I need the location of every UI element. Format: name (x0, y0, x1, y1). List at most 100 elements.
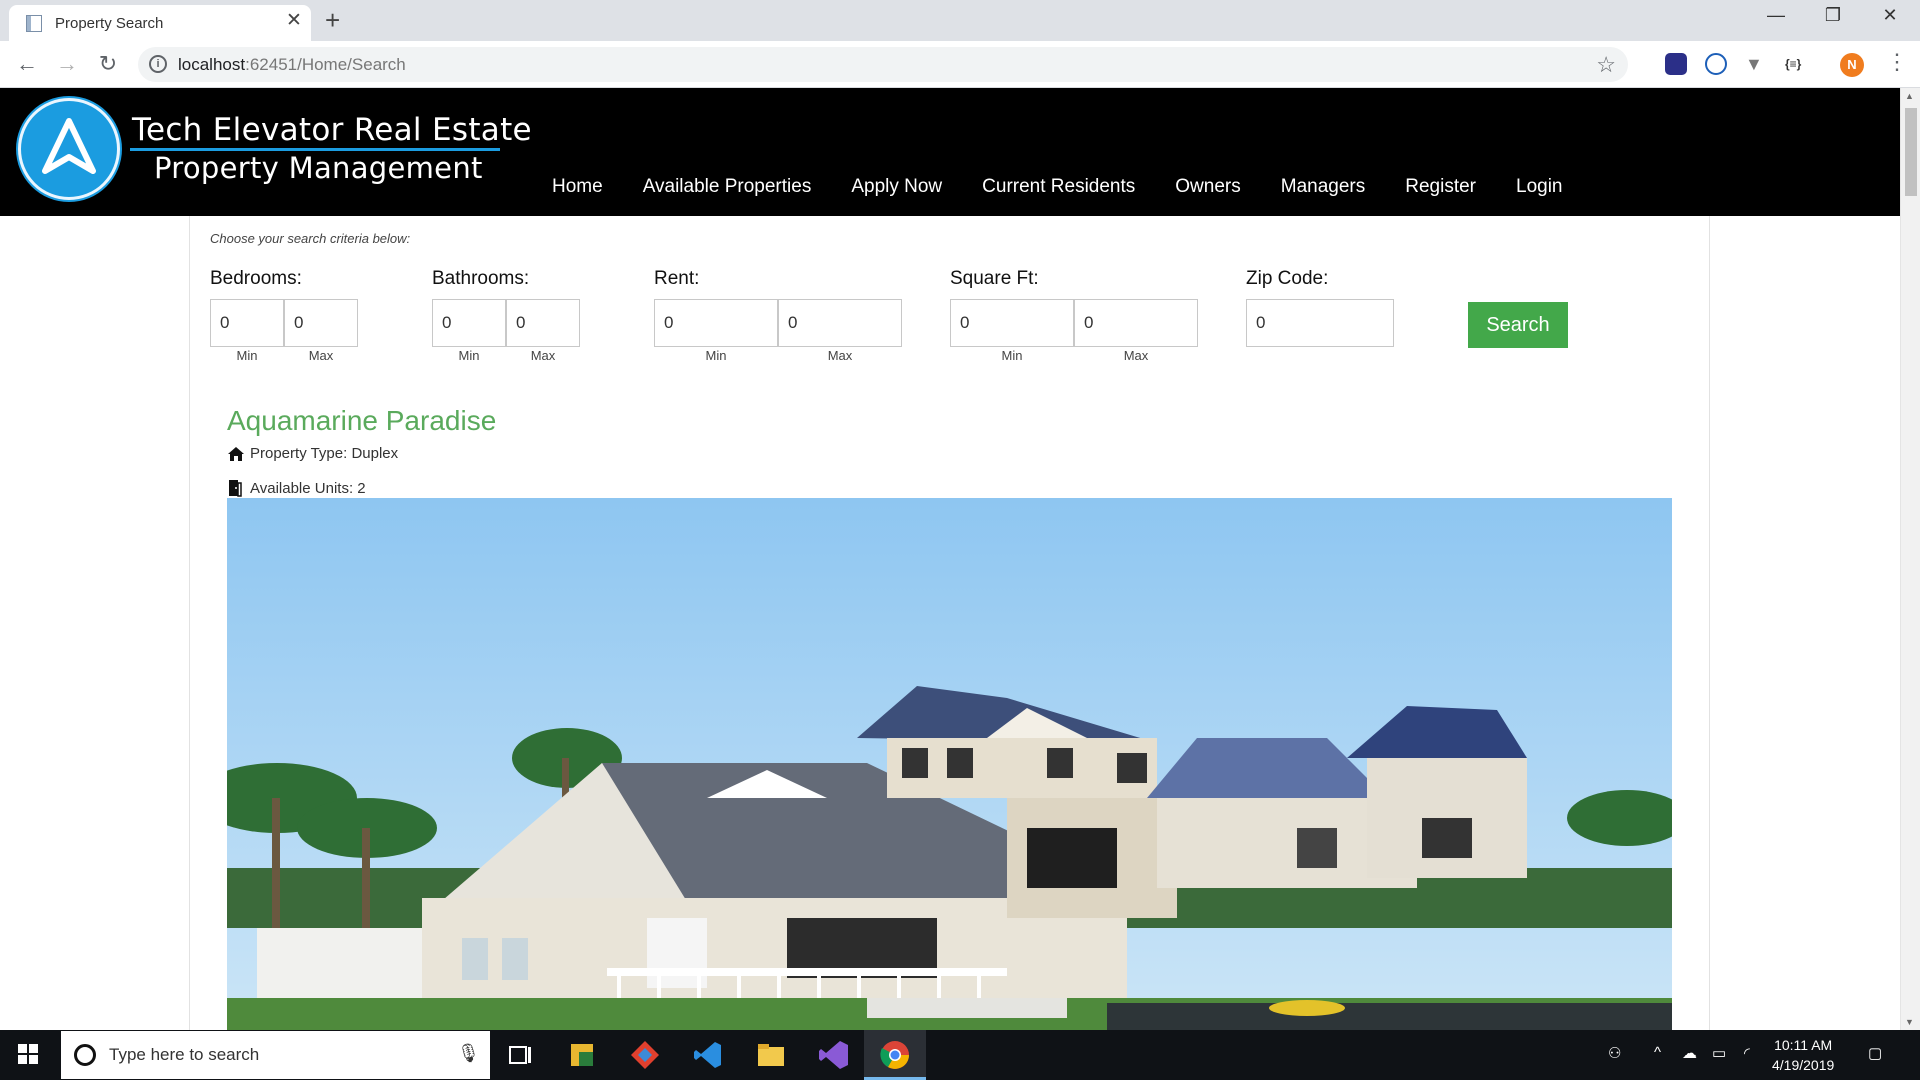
logo-icon[interactable] (18, 98, 120, 200)
taskbar-search-box[interactable]: Type here to search 🎙 (61, 1031, 490, 1079)
property-title[interactable]: Aquamarine Paradise (227, 405, 496, 437)
door-icon (229, 480, 242, 497)
windows-taskbar: Type here to search 🎙 ⚇ ^ ☁ ▭ ◜ 10:11 AM… (0, 1030, 1920, 1080)
address-bar[interactable]: i localhost:62451/Home/Search ☆ (138, 47, 1628, 82)
square-ft-min-input[interactable] (950, 299, 1074, 347)
browser-tab[interactable]: Property Search ✕ (9, 5, 311, 41)
brand-subtitle: Property Management (154, 151, 483, 185)
browser-menu-icon[interactable]: ⋮ (1886, 49, 1908, 75)
url-text[interactable]: localhost:62451/Home/Search (178, 55, 406, 75)
minimize-window-button[interactable]: — (1756, 5, 1796, 26)
play-extension-icon[interactable] (1705, 53, 1727, 75)
vue-extension-icon[interactable]: ▼ (1745, 53, 1767, 75)
page-viewport: Tech Elevator Real Estate Property Manag… (0, 88, 1900, 1030)
square-ft-label: Square Ft: (950, 268, 1039, 289)
wifi-icon[interactable]: ◜ (1744, 1044, 1750, 1062)
back-arrow-icon[interactable]: ← (12, 49, 42, 79)
microphone-icon[interactable]: 🎙 (457, 1043, 480, 1064)
git-app-icon[interactable] (628, 1038, 662, 1072)
bathrooms-label: Bathrooms: (432, 268, 530, 289)
site-info-icon[interactable]: i (149, 55, 167, 73)
bathrooms-max-caption: Max (530, 348, 556, 363)
zip-code-input[interactable] (1246, 299, 1394, 347)
bathrooms-max-input[interactable] (506, 299, 580, 347)
reload-icon[interactable]: ↻ (93, 49, 123, 79)
scroll-down-arrow-icon[interactable]: ▼ (1905, 1017, 1914, 1027)
bedrooms-max-caption: Max (308, 348, 334, 363)
notifications-icon[interactable]: ▢ (1868, 1044, 1882, 1062)
nav-login[interactable]: Login (1516, 176, 1563, 198)
restore-window-button[interactable]: ❐ (1813, 5, 1853, 26)
profile-avatar[interactable]: N (1840, 53, 1864, 77)
bathrooms-filter: Bathrooms: Min Max (432, 268, 580, 363)
nav-available-properties[interactable]: Available Properties (643, 176, 812, 198)
property-type-text: Property Type: Duplex (250, 445, 399, 462)
chrome-icon[interactable] (878, 1038, 912, 1072)
json-extension-icon[interactable]: {≡} (1785, 53, 1807, 75)
nav-apply-now[interactable]: Apply Now (851, 176, 942, 198)
available-units-text: Available Units: 2 (250, 479, 366, 497)
brand-title: Tech Elevator Real Estate (132, 112, 532, 148)
square-ft-filter: Square Ft: Min Max (950, 268, 1198, 363)
people-icon[interactable]: ⚇ (1608, 1044, 1621, 1062)
extension-icon[interactable] (1665, 53, 1687, 75)
scroll-up-arrow-icon[interactable]: ▲ (1905, 91, 1914, 101)
battery-icon[interactable]: ▭ (1712, 1044, 1726, 1062)
available-units: Available Units: 2 (227, 479, 366, 497)
show-hidden-icons-icon[interactable]: ^ (1654, 1044, 1661, 1061)
property-photo[interactable] (227, 498, 1672, 1030)
scrollbar-thumb[interactable] (1905, 108, 1917, 196)
bathrooms-min-input[interactable] (432, 299, 506, 347)
main-content: Choose your search criteria below: Bedro… (189, 216, 1710, 1030)
browser-toolbar: ← → ↻ i localhost:62451/Home/Search ☆ ▼ … (0, 41, 1920, 88)
rent-label: Rent: (654, 268, 700, 289)
browser-tabstrip: Property Search ✕ + — ❐ ✕ (0, 0, 1920, 41)
rent-filter: Rent: Min Max (654, 268, 902, 363)
rent-min-caption: Min (705, 348, 727, 363)
nav-owners[interactable]: Owners (1175, 176, 1240, 198)
nav-managers[interactable]: Managers (1281, 176, 1366, 198)
bedrooms-label: Bedrooms: (210, 268, 302, 289)
windows-start-icon[interactable] (18, 1044, 38, 1064)
square-ft-max-caption: Max (1123, 348, 1149, 363)
bedrooms-filter: Bedrooms: Min Max (210, 268, 358, 363)
file-explorer-icon[interactable] (754, 1038, 788, 1072)
vscode-icon[interactable] (691, 1038, 725, 1072)
rent-max-input[interactable] (778, 299, 902, 347)
page-scrollbar[interactable]: ▲ ▼ (1900, 88, 1920, 1030)
property-type: Property Type: Duplex (227, 445, 398, 462)
task-view-icon[interactable] (502, 1038, 536, 1072)
square-ft-max-input[interactable] (1074, 299, 1198, 347)
home-icon (228, 446, 244, 461)
clock-date: 4/19/2019 (1772, 1057, 1835, 1073)
zip-code-label: Zip Code: (1246, 268, 1329, 289)
tools-app-icon[interactable] (565, 1038, 599, 1072)
bookmark-star-icon[interactable]: ☆ (1596, 52, 1616, 78)
clock-time: 10:11 AM (1774, 1037, 1833, 1053)
nav-home[interactable]: Home (552, 176, 603, 198)
search-button[interactable]: Search (1468, 302, 1568, 348)
forward-arrow-icon[interactable]: → (52, 49, 82, 79)
taskbar-search-placeholder: Type here to search (109, 1045, 260, 1064)
bedrooms-max-input[interactable] (284, 299, 358, 347)
visual-studio-icon[interactable] (817, 1038, 851, 1072)
new-tab-button[interactable]: + (325, 6, 340, 34)
tab-close-icon[interactable]: ✕ (286, 11, 302, 31)
nav-current-residents[interactable]: Current Residents (982, 176, 1135, 198)
onedrive-cloud-icon[interactable]: ☁ (1682, 1044, 1697, 1062)
cortana-icon (74, 1044, 96, 1066)
page-favicon-icon (26, 15, 42, 32)
main-nav: Home Available Properties Apply Now Curr… (552, 176, 1603, 198)
search-criteria-note: Choose your search criteria below: (210, 231, 411, 246)
rent-min-input[interactable] (654, 299, 778, 347)
close-window-button[interactable]: ✕ (1870, 5, 1910, 26)
nav-register[interactable]: Register (1405, 176, 1476, 198)
tab-title: Property Search (55, 15, 164, 32)
square-ft-min-caption: Min (1001, 348, 1023, 363)
rent-max-caption: Max (827, 348, 853, 363)
bedrooms-min-caption: Min (236, 348, 258, 363)
bedrooms-min-input[interactable] (210, 299, 284, 347)
taskbar-clock[interactable]: 10:11 AM 4/19/2019 (1772, 1035, 1834, 1075)
zip-code-filter: Zip Code: (1246, 268, 1394, 347)
site-header: Tech Elevator Real Estate Property Manag… (0, 88, 1900, 216)
